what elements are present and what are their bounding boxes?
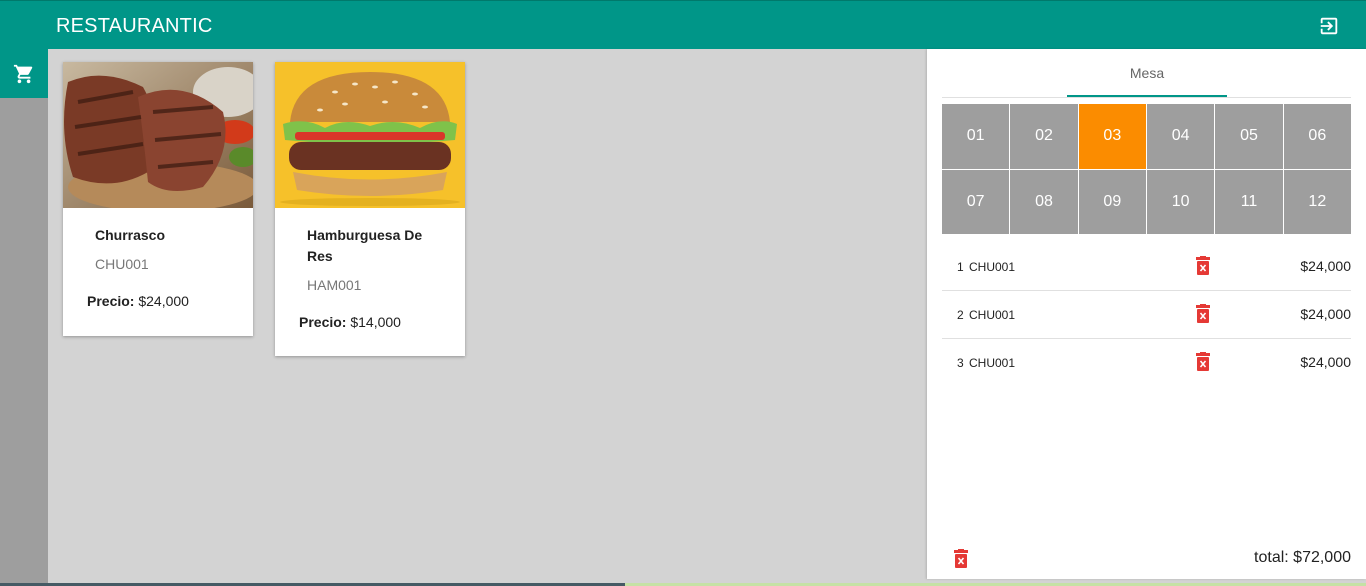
table-button[interactable]: 11 bbox=[1215, 169, 1283, 234]
order-item: 2 CHU001 $24,000 bbox=[942, 291, 1351, 339]
table-button[interactable]: 02 bbox=[1010, 104, 1078, 169]
item-price: $24,000 bbox=[1300, 306, 1351, 322]
table-button[interactable]: 06 bbox=[1283, 104, 1351, 169]
table-grid: 01 02 03 04 05 06 07 08 09 10 11 12 bbox=[942, 104, 1351, 234]
product-card[interactable]: Hamburguesa De Res HAM001 Precio: $14,00… bbox=[275, 62, 465, 356]
table-button-selected[interactable]: 03 bbox=[1078, 104, 1146, 169]
app-title: RESTAURANTIC bbox=[56, 15, 213, 37]
price-value: $24,000 bbox=[138, 293, 189, 309]
item-code: CHU001 bbox=[969, 356, 1016, 370]
price-label: Precio: bbox=[87, 293, 135, 309]
product-card[interactable]: Churrasco CHU001 Precio: $24,000 bbox=[63, 62, 253, 336]
table-button[interactable]: 04 bbox=[1147, 104, 1215, 169]
delete-icon[interactable] bbox=[1195, 304, 1211, 324]
item-number: 2 bbox=[957, 308, 964, 322]
product-code: HAM001 bbox=[307, 277, 362, 293]
tab-mesa[interactable]: Mesa bbox=[1067, 49, 1227, 97]
table-button[interactable]: 08 bbox=[1010, 169, 1078, 234]
tab-bar: Mesa bbox=[942, 49, 1351, 98]
product-name: Churrasco bbox=[95, 227, 166, 243]
table-button[interactable]: 05 bbox=[1215, 104, 1283, 169]
order-panel: Mesa 01 02 03 04 05 06 07 08 09 10 11 12… bbox=[927, 49, 1366, 579]
table-button[interactable]: 01 bbox=[942, 104, 1010, 169]
order-total: total: $72,000 bbox=[1254, 549, 1351, 566]
product-price: Precio: $24,000 bbox=[87, 293, 189, 309]
clear-order-icon[interactable] bbox=[953, 549, 969, 569]
sidebar-item-cart[interactable] bbox=[0, 49, 48, 98]
product-name: Hamburguesa De Res bbox=[307, 227, 423, 264]
product-image bbox=[63, 62, 253, 208]
logout-icon[interactable] bbox=[1318, 15, 1340, 37]
grilled-steak-photo bbox=[63, 62, 253, 208]
item-price: $24,000 bbox=[1300, 258, 1351, 274]
table-button[interactable]: 07 bbox=[942, 169, 1010, 234]
sidebar bbox=[0, 49, 48, 586]
item-code: CHU001 bbox=[969, 308, 1016, 322]
delete-icon[interactable] bbox=[1195, 256, 1211, 276]
order-item: 1 CHU001 $24,000 bbox=[942, 243, 1351, 291]
item-price: $24,000 bbox=[1300, 354, 1351, 370]
item-code: CHU001 bbox=[969, 260, 1016, 274]
price-label: Precio: bbox=[299, 314, 347, 330]
price-value: $14,000 bbox=[350, 314, 401, 330]
order-item: 3 CHU001 $24,000 bbox=[942, 339, 1351, 387]
table-button[interactable]: 09 bbox=[1078, 169, 1146, 234]
product-image bbox=[275, 62, 465, 208]
beef-burger-photo bbox=[275, 62, 465, 208]
item-number: 3 bbox=[957, 356, 964, 370]
product-code: CHU001 bbox=[95, 256, 149, 272]
item-number: 1 bbox=[957, 260, 964, 274]
app-bar: RESTAURANTIC bbox=[0, 0, 1366, 49]
shopping-cart-icon bbox=[13, 64, 33, 83]
table-button[interactable]: 10 bbox=[1147, 169, 1215, 234]
product-price: Precio: $14,000 bbox=[299, 314, 401, 330]
delete-icon[interactable] bbox=[1195, 352, 1211, 372]
table-button[interactable]: 12 bbox=[1283, 169, 1351, 234]
